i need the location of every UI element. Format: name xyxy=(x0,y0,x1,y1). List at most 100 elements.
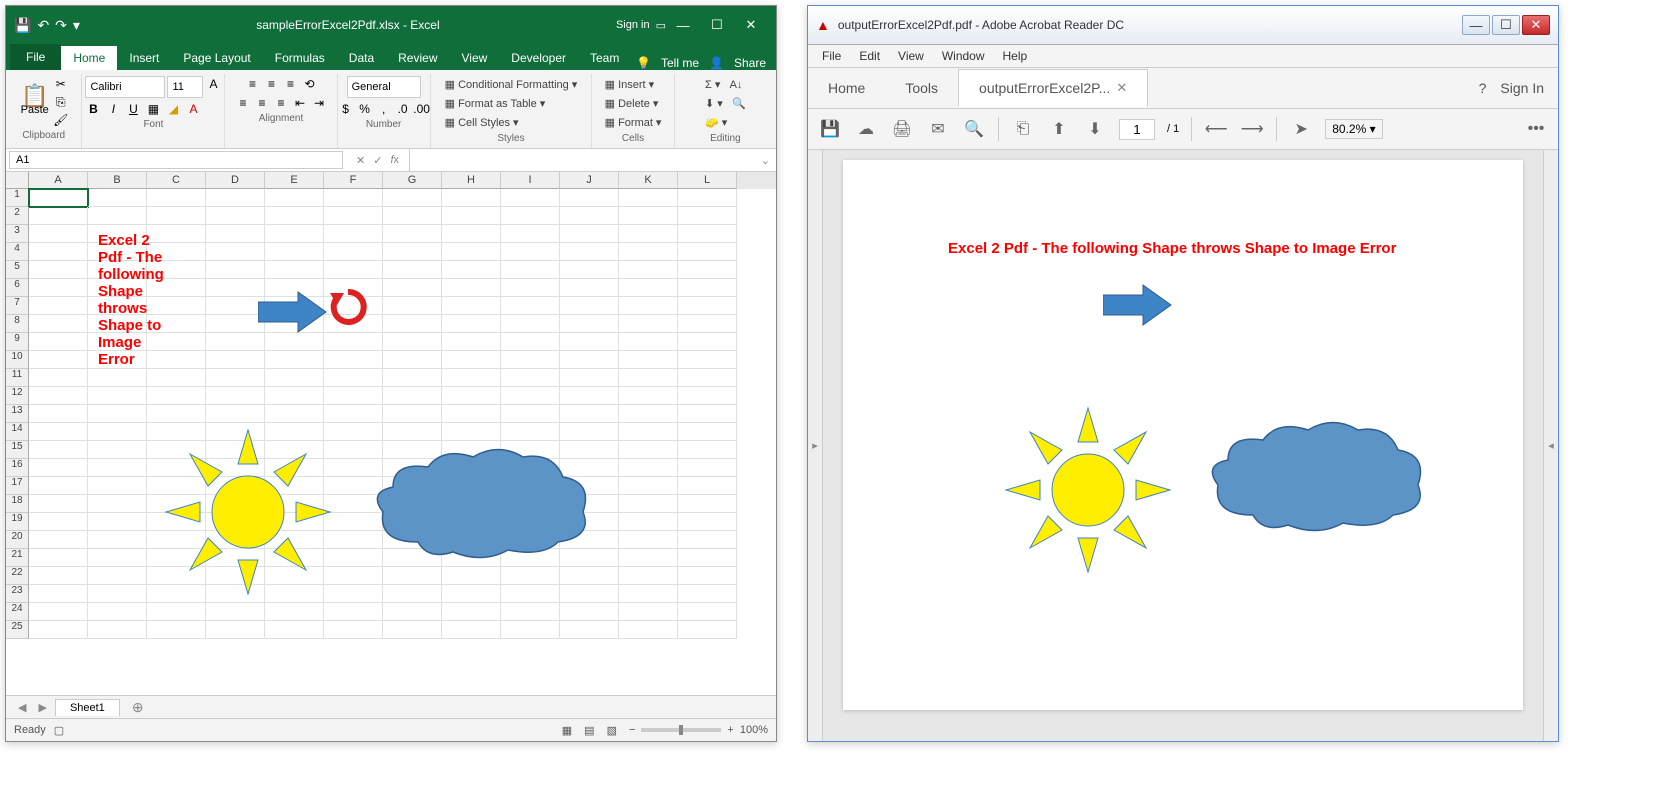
cell[interactable] xyxy=(383,387,442,405)
accounting-icon[interactable]: $ xyxy=(338,101,354,117)
col-header[interactable]: C xyxy=(147,172,206,189)
cell[interactable] xyxy=(619,423,678,441)
cell[interactable] xyxy=(619,261,678,279)
cell[interactable] xyxy=(619,603,678,621)
indent-inc-icon[interactable]: ⇥ xyxy=(311,95,327,111)
cell[interactable] xyxy=(560,423,619,441)
page-up-icon[interactable]: ⬆ xyxy=(1047,117,1071,141)
decrease-decimal-icon[interactable]: .00 xyxy=(414,101,430,117)
cell[interactable] xyxy=(501,603,560,621)
minimize-button[interactable]: — xyxy=(1462,15,1490,35)
tab-file[interactable]: File xyxy=(10,44,61,70)
cell[interactable] xyxy=(324,279,383,297)
cell[interactable] xyxy=(265,351,324,369)
cell[interactable] xyxy=(619,459,678,477)
cell[interactable] xyxy=(383,405,442,423)
cell[interactable] xyxy=(501,531,560,549)
cell[interactable] xyxy=(29,585,88,603)
cell[interactable] xyxy=(560,531,619,549)
tab-developer[interactable]: Developer xyxy=(499,46,578,70)
cell[interactable] xyxy=(147,243,206,261)
cell[interactable] xyxy=(147,189,206,207)
cell[interactable] xyxy=(442,261,501,279)
zoom-slider[interactable] xyxy=(641,728,721,732)
cell[interactable] xyxy=(206,549,265,567)
cell[interactable] xyxy=(324,243,383,261)
maximize-button[interactable]: ☐ xyxy=(700,14,734,36)
cell[interactable] xyxy=(206,513,265,531)
cell[interactable] xyxy=(442,225,501,243)
cell[interactable] xyxy=(29,297,88,315)
cell[interactable] xyxy=(265,567,324,585)
row-header[interactable]: 13 xyxy=(6,405,29,423)
cell[interactable] xyxy=(29,333,88,351)
cell[interactable] xyxy=(383,549,442,567)
cell[interactable] xyxy=(442,495,501,513)
cell[interactable] xyxy=(619,477,678,495)
cell[interactable] xyxy=(619,405,678,423)
col-header[interactable]: I xyxy=(501,172,560,189)
cell[interactable] xyxy=(147,315,206,333)
cell[interactable] xyxy=(501,189,560,207)
insert-cells-button[interactable]: ▦Insert ▾ xyxy=(601,76,658,93)
fontsize-select[interactable]: 11 xyxy=(167,76,203,98)
cell[interactable] xyxy=(678,459,737,477)
cell[interactable] xyxy=(88,279,147,297)
view-normal-icon[interactable]: ▦ xyxy=(556,724,578,737)
more-icon[interactable]: ••• xyxy=(1524,117,1548,141)
cell[interactable] xyxy=(560,603,619,621)
cell[interactable] xyxy=(442,549,501,567)
cell[interactable] xyxy=(383,513,442,531)
prev-view-icon[interactable]: ⟵ xyxy=(1204,117,1228,141)
signin-button[interactable]: Sign In xyxy=(1500,80,1544,96)
cell[interactable] xyxy=(88,585,147,603)
cell[interactable] xyxy=(619,549,678,567)
cell[interactable] xyxy=(560,261,619,279)
cell[interactable] xyxy=(88,513,147,531)
row-header[interactable]: 5 xyxy=(6,261,29,279)
cell[interactable] xyxy=(324,297,383,315)
underline-icon[interactable]: U xyxy=(125,101,141,117)
row-header[interactable]: 20 xyxy=(6,531,29,549)
row-header[interactable]: 19 xyxy=(6,513,29,531)
cell[interactable] xyxy=(265,603,324,621)
align-right-icon[interactable]: ≡ xyxy=(273,95,289,111)
share-button[interactable]: Share xyxy=(734,56,766,70)
cell[interactable] xyxy=(619,333,678,351)
row-header[interactable]: 1 xyxy=(6,189,29,207)
cell[interactable] xyxy=(147,279,206,297)
save-icon[interactable]: 💾 xyxy=(818,117,842,141)
cell[interactable] xyxy=(383,621,442,639)
qat-dropdown-icon[interactable]: ▾ xyxy=(73,17,80,34)
cell[interactable] xyxy=(147,531,206,549)
col-header[interactable]: J xyxy=(560,172,619,189)
cell[interactable] xyxy=(678,243,737,261)
cell[interactable] xyxy=(678,477,737,495)
cell[interactable] xyxy=(29,351,88,369)
cell[interactable] xyxy=(88,567,147,585)
cell[interactable] xyxy=(88,531,147,549)
cell[interactable] xyxy=(206,495,265,513)
cell[interactable] xyxy=(324,315,383,333)
help-icon[interactable]: ? xyxy=(1479,80,1487,96)
cell[interactable] xyxy=(324,369,383,387)
fx-icon[interactable]: fx xyxy=(390,154,399,167)
cell[interactable] xyxy=(147,513,206,531)
row-header[interactable]: 15 xyxy=(6,441,29,459)
cell[interactable] xyxy=(324,459,383,477)
next-view-icon[interactable]: ⟶ xyxy=(1240,117,1264,141)
close-button[interactable]: ✕ xyxy=(734,14,768,36)
cell[interactable] xyxy=(265,423,324,441)
macro-record-icon[interactable]: ▢ xyxy=(54,724,64,737)
page-down-icon[interactable]: ⬇ xyxy=(1083,117,1107,141)
cell[interactable] xyxy=(29,567,88,585)
zoom-in-button[interactable]: + xyxy=(721,724,739,736)
cell[interactable] xyxy=(88,549,147,567)
cell[interactable] xyxy=(206,297,265,315)
cell[interactable] xyxy=(678,495,737,513)
cell[interactable] xyxy=(265,297,324,315)
cell[interactable] xyxy=(383,603,442,621)
cell[interactable] xyxy=(88,495,147,513)
tab-home[interactable]: Home xyxy=(61,46,117,70)
cell[interactable] xyxy=(678,315,737,333)
